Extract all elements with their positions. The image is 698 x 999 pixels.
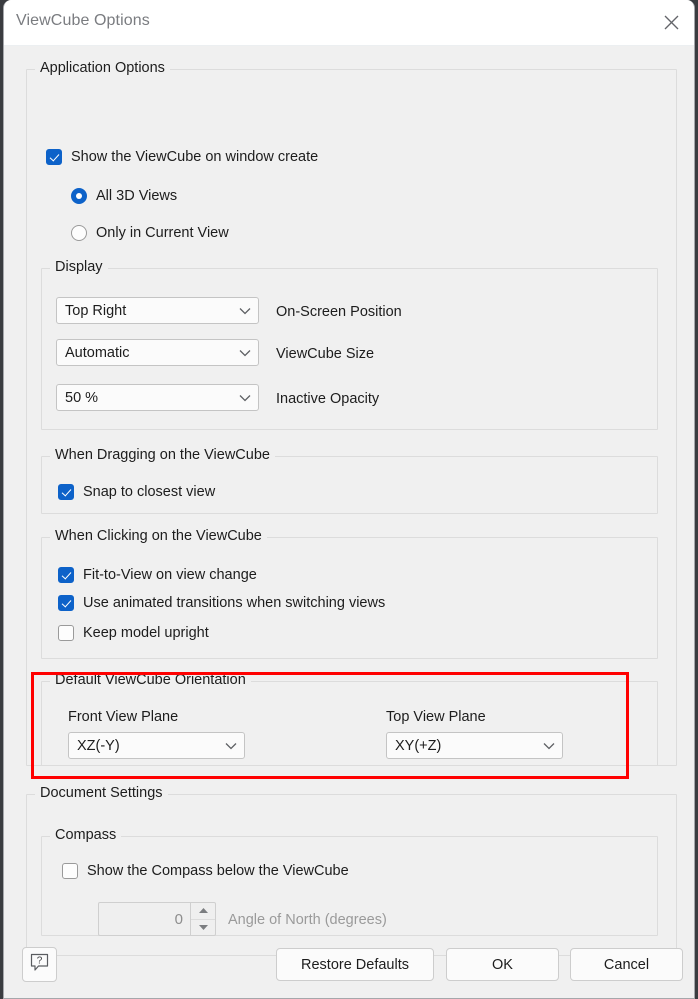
orientation-legend: Default ViewCube Orientation	[50, 672, 251, 688]
radio-label: All 3D Views	[96, 188, 178, 204]
checkbox-icon	[58, 595, 74, 611]
radio-icon	[71, 188, 87, 204]
triangle-up-icon[interactable]	[191, 903, 215, 920]
chevron-down-icon	[218, 742, 244, 750]
checkbox-label: Show the ViewCube on window create	[71, 149, 319, 165]
checkbox-show-viewcube[interactable]: Show the ViewCube on window create	[46, 149, 318, 165]
combo-value: XY(+Z)	[395, 737, 442, 754]
restore-defaults-button[interactable]: Restore Defaults	[276, 948, 434, 981]
checkbox-label: Show the Compass below the ViewCube	[87, 863, 349, 879]
clicking-legend: When Clicking on the ViewCube	[50, 528, 267, 544]
label-angle-of-north: Angle of North (degrees)	[228, 912, 387, 928]
compass-legend: Compass	[50, 827, 122, 843]
document-settings-legend: Document Settings	[35, 785, 168, 801]
help-button[interactable]: ?	[22, 947, 57, 982]
chevron-down-icon	[536, 742, 562, 750]
close-button[interactable]	[648, 0, 694, 44]
close-icon	[663, 14, 680, 31]
combo-on-screen-position[interactable]: Top Right	[56, 297, 259, 324]
stepper-buttons	[190, 903, 215, 935]
dialog-body: Application Options Show the ViewCube on…	[4, 46, 694, 998]
chevron-down-icon	[232, 349, 258, 357]
checkbox-label: Snap to closest view	[83, 484, 216, 500]
angle-of-north-stepper[interactable]: 0	[98, 902, 216, 936]
svg-text:?: ?	[37, 955, 43, 966]
radio-all-3d-views[interactable]: All 3D Views	[71, 188, 177, 204]
checkbox-icon	[46, 149, 62, 165]
checkbox-icon	[58, 484, 74, 500]
radio-icon	[71, 225, 87, 241]
radio-only-current-view[interactable]: Only in Current View	[71, 225, 229, 241]
checkbox-keep-model-upright[interactable]: Keep model upright	[58, 625, 209, 641]
label-front-view-plane: Front View Plane	[68, 709, 179, 725]
chevron-down-icon	[232, 307, 258, 315]
combo-value: 50 %	[65, 389, 99, 406]
checkbox-label: Keep model upright	[83, 625, 209, 641]
checkbox-fit-to-view[interactable]: Fit-to-View on view change	[58, 567, 257, 583]
label-inactive-opacity: Inactive Opacity	[276, 391, 380, 407]
checkbox-animated-transitions[interactable]: Use animated transitions when switching …	[58, 595, 385, 611]
title-bar: ViewCube Options	[4, 0, 694, 46]
checkbox-icon	[62, 863, 78, 879]
label-on-screen-position: On-Screen Position	[276, 304, 402, 320]
combo-value: Top Right	[65, 302, 127, 319]
label-viewcube-size: ViewCube Size	[276, 346, 375, 362]
checkbox-icon	[58, 625, 74, 641]
radio-label: Only in Current View	[96, 225, 229, 241]
checkbox-show-compass[interactable]: Show the Compass below the ViewCube	[62, 863, 349, 879]
combo-front-view-plane[interactable]: XZ(-Y)	[68, 732, 245, 759]
window-title: ViewCube Options	[16, 12, 150, 29]
combo-value: XZ(-Y)	[77, 737, 120, 754]
checkbox-snap-to-closest-view[interactable]: Snap to closest view	[58, 484, 215, 500]
combo-viewcube-size[interactable]: Automatic	[56, 339, 259, 366]
combo-top-view-plane[interactable]: XY(+Z)	[386, 732, 563, 759]
dragging-legend: When Dragging on the ViewCube	[50, 447, 275, 463]
chevron-down-icon	[232, 394, 258, 402]
triangle-down-icon[interactable]	[191, 920, 215, 936]
angle-of-north-value: 0	[174, 910, 183, 928]
application-options-legend: Application Options	[35, 60, 170, 76]
checkbox-icon	[58, 567, 74, 583]
checkbox-label: Use animated transitions when switching …	[83, 595, 386, 611]
ok-button[interactable]: OK	[446, 948, 559, 981]
combo-inactive-opacity[interactable]: 50 %	[56, 384, 259, 411]
label-top-view-plane: Top View Plane	[386, 709, 486, 725]
checkbox-label: Fit-to-View on view change	[83, 567, 257, 583]
help-question-icon: ?	[29, 952, 50, 978]
viewcube-options-dialog: ViewCube Options Application Options Sho…	[3, 0, 695, 999]
combo-value: Automatic	[65, 344, 130, 361]
display-legend: Display	[50, 259, 108, 275]
cancel-button[interactable]: Cancel	[570, 948, 683, 981]
